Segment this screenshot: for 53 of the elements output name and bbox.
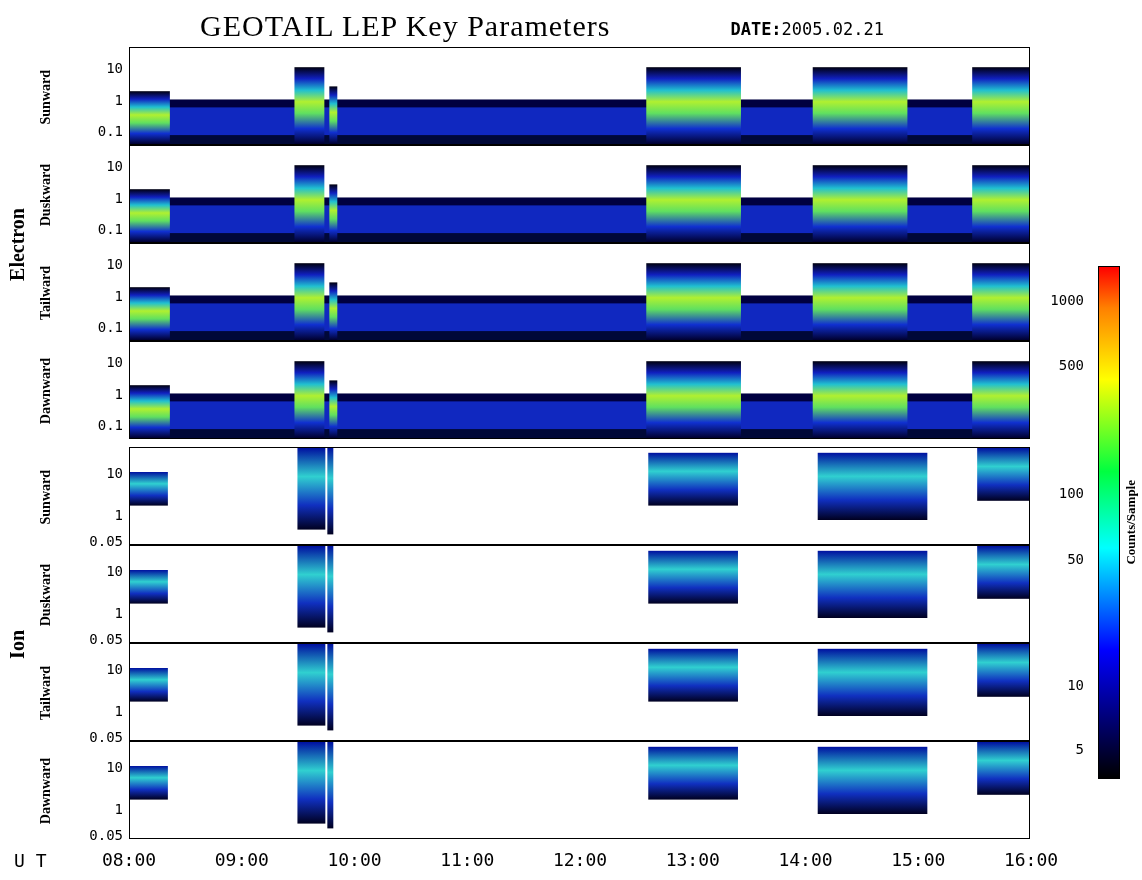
y-tick-label: 10 [106,157,123,174]
time-tick-label: 11:00 [440,848,495,872]
time-tick-label: 16:00 [1003,848,1059,872]
y-tick-label: 1 [114,385,123,402]
panel-label: Sunward [38,69,54,125]
panel-label: Dawnward [38,357,54,425]
y-tick-label: 10 [106,661,123,678]
y-tick-label: 10 [106,465,123,482]
y-tick-label: 0.05 [89,533,123,550]
y-tick-label: 0.05 [89,827,123,844]
y-tick-label: 1 [114,800,123,817]
y-tick-label: 1 [114,506,123,523]
y-tick-label: 0.1 [97,221,123,238]
y-tick-label: 10 [106,563,123,580]
panel-label: Duskward [38,163,54,227]
y-tick-label: 1 [114,287,123,304]
colorbar-tick-label: 10 [1067,677,1085,694]
y-tick-label: 1 [114,91,123,108]
time-tick-label: 12:00 [552,848,608,872]
time-tick-label: 15:00 [891,848,946,872]
y-tick-label: 1 [114,702,123,719]
y-tick-label: 0.1 [97,123,123,140]
colorbar-tick-label: 1000 [1050,291,1085,308]
group-label: Electron [5,207,29,281]
y-tick-label: 10 [106,759,123,776]
time-tick-label: 14:00 [778,848,833,872]
time-tick-label: 09:00 [214,848,269,872]
panel-label: Duskward [38,563,54,627]
colorbar-label: Counts/Sample [1123,480,1139,565]
time-tick-label: 13:00 [665,848,720,872]
y-tick-label: 0.1 [97,417,123,434]
colorbar-tick-label: 500 [1058,357,1085,373]
y-tick-label: 10 [106,59,123,76]
y-tick-label: 10 [106,353,123,370]
panel-label: Dawnward [38,757,54,825]
y-tick-label: 1 [114,604,123,621]
panel-label: Sunward [38,469,54,525]
axis-label: U T [13,849,48,871]
colorbar-tick-label: 50 [1067,550,1085,567]
time-tick-label: 10:00 [327,848,382,872]
y-tick-label: 0.1 [97,319,123,336]
colorbar-tick-label: 100 [1058,484,1085,501]
y-tick-label: 0.05 [89,729,123,746]
panel-label: Tailward [38,666,54,720]
panel-label: Tailward [38,266,54,320]
y-tick-label: 0.05 [89,631,123,648]
group-label: Ion [5,629,29,659]
date-label: DATE:2005.02.21 [730,18,884,41]
colorbar-tick-label: 5 [1075,741,1085,758]
chart-title: GEOTAIL LEP Key Parameters [200,8,611,44]
y-tick-label: 10 [106,255,123,272]
time-tick-label: 08:00 [101,848,157,872]
y-tick-label: 1 [114,189,123,206]
